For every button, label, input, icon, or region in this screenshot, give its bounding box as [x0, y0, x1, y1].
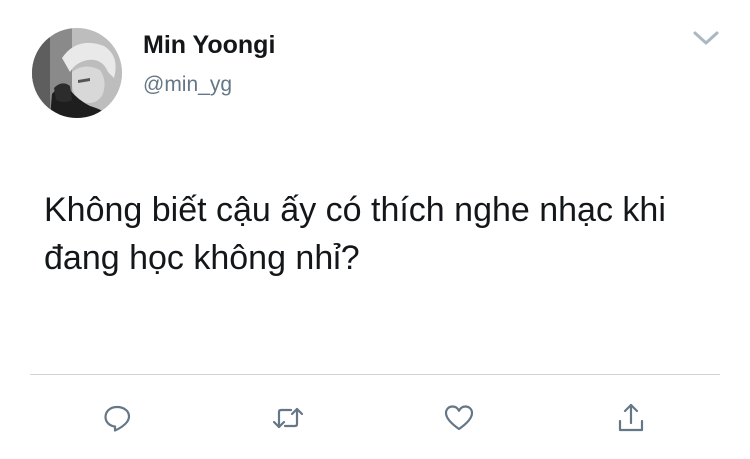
display-name[interactable]: Min Yoongi	[143, 30, 275, 60]
retweet-button[interactable]	[268, 398, 308, 438]
share-icon	[618, 403, 644, 432]
divider	[30, 374, 720, 375]
heart-icon	[444, 405, 474, 431]
share-button[interactable]	[611, 398, 651, 438]
avatar[interactable]	[32, 28, 122, 118]
tweet-text: Không biết cậu ấy có thích nghe nhạc khi…	[44, 191, 666, 277]
like-button[interactable]	[439, 398, 479, 438]
tweet-card: Min Yoongi @min_yg Không biết cậu ấy có …	[0, 0, 750, 459]
reply-button[interactable]	[97, 398, 137, 438]
reply-icon	[104, 405, 131, 432]
chevron-down-icon[interactable]	[690, 26, 722, 50]
retweet-icon	[272, 407, 304, 429]
avatar-photo	[32, 28, 122, 118]
user-handle[interactable]: @min_yg	[143, 72, 232, 98]
